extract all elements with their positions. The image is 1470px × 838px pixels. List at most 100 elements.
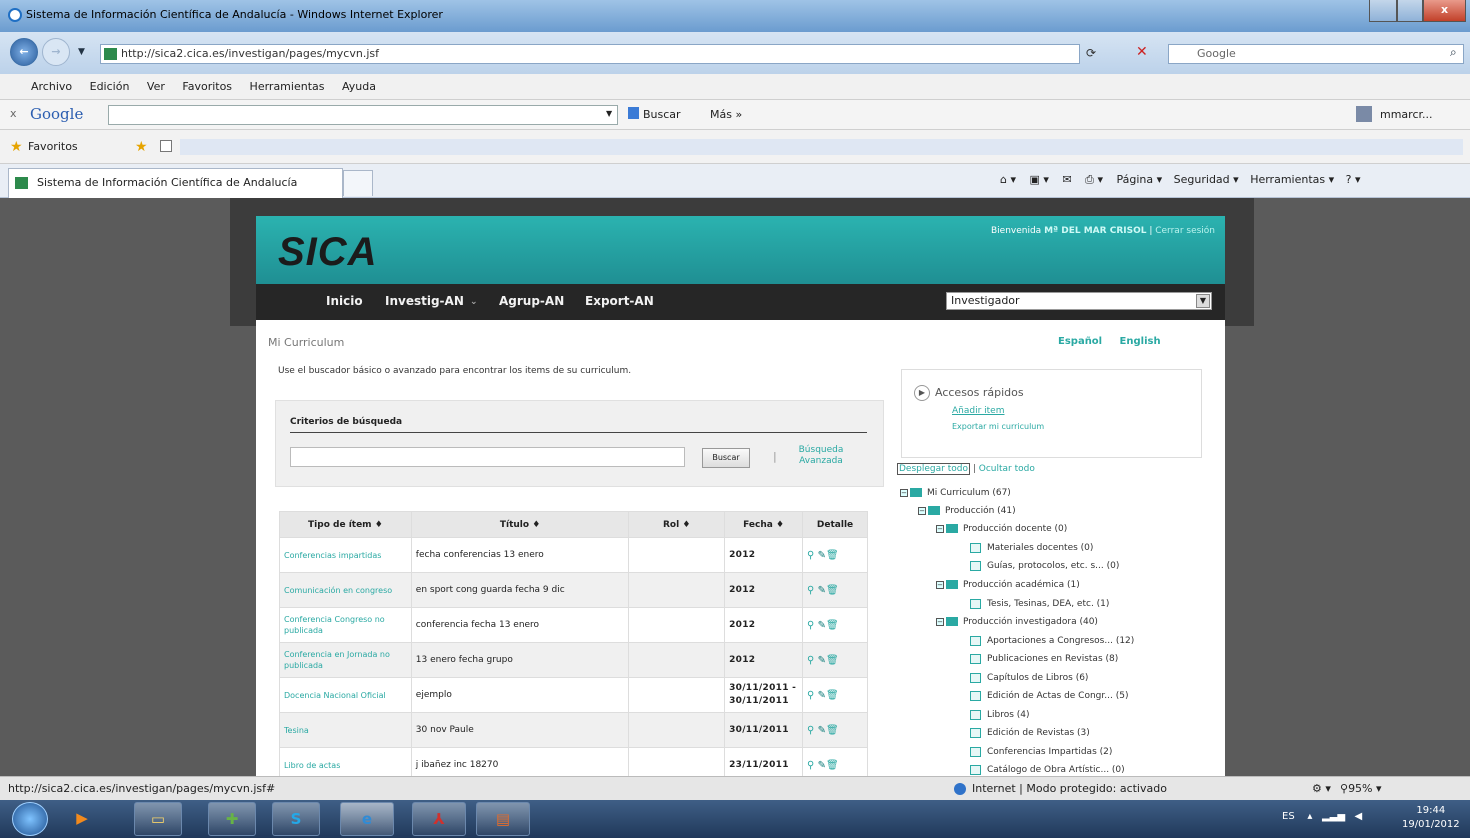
google-dropdown-icon[interactable]: ▼ — [606, 109, 612, 118]
menu-archivo[interactable]: Archivo — [24, 74, 79, 100]
tree-leaf[interactable]: Materiales docentes (0) — [970, 542, 1093, 554]
tree-leaf[interactable]: Tesis, Tesinas, DEA, etc. (1) — [970, 598, 1109, 610]
media-player-icon[interactable]: ▶ — [62, 802, 102, 836]
menu-herramientas[interactable]: Herramientas — [243, 74, 332, 100]
logout-link[interactable]: Cerrar sesión — [1155, 226, 1215, 236]
maximize-button[interactable] — [1397, 0, 1423, 22]
zone-settings-icon[interactable]: ⚙ ▾ — [1312, 782, 1331, 795]
sica-logo[interactable]: SICA — [278, 230, 378, 275]
tree-leaf[interactable]: Conferencias Impartidas (2) — [970, 746, 1112, 758]
language-indicator[interactable]: ES — [1282, 811, 1295, 822]
help-icon[interactable]: ? ▾ — [1346, 173, 1361, 186]
tree-leaf[interactable]: Aportaciones a Congresos... (12) — [970, 635, 1134, 647]
collapse-all-link[interactable]: Ocultar todo — [979, 464, 1035, 474]
edit-icon[interactable]: ✎ — [818, 725, 826, 736]
back-button[interactable]: ← — [10, 38, 38, 66]
tree-node[interactable]: − Mi Curriculum (67) — [900, 487, 1011, 499]
internet-explorer-icon[interactable]: e — [340, 802, 394, 836]
security-zone[interactable]: Internet | Modo protegido: activado — [972, 782, 1167, 795]
edit-icon[interactable]: ✎ — [818, 760, 826, 771]
view-icon[interactable]: ⚲ — [807, 550, 814, 561]
delete-icon[interactable]: 🗑 — [826, 725, 839, 736]
delete-icon[interactable]: 🗑 — [826, 690, 839, 701]
col-tipo[interactable]: Tipo de ítem ♦ — [279, 511, 412, 538]
role-select[interactable]: Investigador ▼ — [946, 292, 1212, 310]
edit-icon[interactable]: ✎ — [818, 690, 826, 701]
col-fecha[interactable]: Fecha ♦ — [724, 511, 804, 538]
new-tab-button[interactable] — [343, 170, 373, 196]
tree-leaf[interactable]: Publicaciones en Revistas (8) — [970, 653, 1118, 665]
menu-edicion[interactable]: Edición — [83, 74, 137, 100]
criteria-search-input[interactable] — [290, 447, 685, 467]
minimize-button[interactable] — [1369, 0, 1397, 22]
tree-leaf[interactable]: Libros (4) — [970, 709, 1030, 721]
skype-icon[interactable]: S — [272, 802, 320, 836]
view-icon[interactable]: ⚲ — [807, 760, 814, 771]
delete-icon[interactable]: 🗑 — [826, 620, 839, 631]
search-icon[interactable]: ⌕ — [1450, 45, 1457, 60]
nav-export-an[interactable]: Export-AN — [585, 294, 654, 308]
toolbar-close-icon[interactable]: x — [10, 107, 17, 120]
buscar-button[interactable]: Buscar — [702, 448, 750, 468]
view-icon[interactable]: ⚲ — [807, 620, 814, 631]
tree-leaf[interactable]: Edición de Revistas (3) — [970, 727, 1090, 739]
delete-icon[interactable]: 🗑 — [826, 550, 839, 561]
start-button[interactable] — [12, 802, 48, 836]
view-icon[interactable]: ⚲ — [807, 585, 814, 596]
edit-icon[interactable]: ✎ — [818, 585, 826, 596]
export-cv-link[interactable]: Exportar mi curriculum — [952, 422, 1044, 431]
herramientas-menu[interactable]: Herramientas ▾ — [1250, 173, 1334, 186]
tree-leaf[interactable]: Catálogo de Obra Artístic... (0) — [970, 764, 1125, 776]
col-rol[interactable]: Rol ♦ — [628, 511, 726, 538]
row-tipo-link[interactable]: Docencia Nacional Oficial — [279, 677, 412, 713]
lang-en-link[interactable]: English — [1120, 336, 1161, 347]
forward-button[interactable]: → — [42, 38, 70, 66]
row-tipo-link[interactable]: Libro de actas — [279, 747, 412, 776]
google-user-menu[interactable]: mmarcr... — [1380, 108, 1433, 121]
pagina-menu[interactable]: Página ▾ — [1116, 173, 1162, 186]
view-icon[interactable]: ⚲ — [807, 655, 814, 666]
view-icon[interactable]: ⚲ — [807, 690, 814, 701]
add-favorite-icon[interactable]: ★ — [135, 139, 148, 155]
tree-node[interactable]: − Producción investigadora (40) — [936, 616, 1098, 628]
add-item-link[interactable]: Añadir item — [952, 406, 1004, 416]
row-tipo-link[interactable]: Conferencias impartidas — [279, 537, 412, 573]
col-titulo[interactable]: Título ♦ — [410, 511, 630, 538]
edit-icon[interactable]: ✎ — [818, 655, 826, 666]
history-dropdown-icon[interactable]: ▼ — [78, 47, 85, 57]
row-tipo-link[interactable]: Comunicación en congreso — [279, 572, 412, 608]
url-input[interactable]: http://sica2.cica.es/investigan/pages/my… — [100, 44, 1080, 64]
tree-node[interactable]: − Producción (41) — [918, 505, 1016, 517]
view-icon[interactable]: ⚲ — [807, 725, 814, 736]
mail-icon[interactable]: ✉ — [1062, 173, 1071, 186]
feeds-icon[interactable]: ▣ ▾ — [1030, 173, 1049, 186]
close-button[interactable]: x — [1423, 0, 1466, 22]
nav-agrup-an[interactable]: Agrup-AN — [499, 294, 564, 308]
delete-icon[interactable]: 🗑 — [826, 585, 839, 596]
expand-all-link[interactable]: Desplegar todo — [897, 463, 970, 475]
menu-favoritos[interactable]: Favoritos — [175, 74, 239, 100]
powerpoint-icon[interactable]: ▤ — [476, 802, 530, 836]
edit-icon[interactable]: ✎ — [818, 550, 826, 561]
print-icon[interactable]: ⎙ ▾ — [1085, 173, 1103, 186]
google-mas-button[interactable]: Más » — [710, 108, 742, 121]
seguridad-menu[interactable]: Seguridad ▾ — [1174, 173, 1239, 186]
zoom-level[interactable]: ⚲95% ▾ — [1340, 782, 1382, 795]
google-search-input[interactable] — [108, 105, 618, 125]
tree-leaf[interactable]: Guías, protocolos, etc. s... (0) — [970, 560, 1119, 572]
tree-leaf[interactable]: Capítulos de Libros (6) — [970, 672, 1088, 684]
edit-icon[interactable]: ✎ — [818, 620, 826, 631]
tree-node[interactable]: − Producción docente (0) — [936, 523, 1067, 535]
row-tipo-link[interactable]: Tesina — [279, 712, 412, 748]
advanced-search-link[interactable]: Búsqueda Avanzada — [781, 445, 861, 467]
row-tipo-link[interactable]: Conferencia Congreso no publicada — [279, 607, 412, 643]
row-tipo-link[interactable]: Conferencia en Jornada no publicada — [279, 642, 412, 678]
file-explorer-icon[interactable]: ▭ — [134, 802, 182, 836]
nav-inicio[interactable]: Inicio — [326, 294, 363, 308]
stop-icon[interactable]: ✕ — [1136, 44, 1148, 60]
refresh-icon[interactable]: ⟳ — [1086, 46, 1096, 60]
lang-es-link[interactable]: Español — [1058, 336, 1102, 347]
delete-icon[interactable]: 🗑 — [826, 655, 839, 666]
menu-ver[interactable]: Ver — [140, 74, 172, 100]
network-icon[interactable]: ✚ — [208, 802, 256, 836]
